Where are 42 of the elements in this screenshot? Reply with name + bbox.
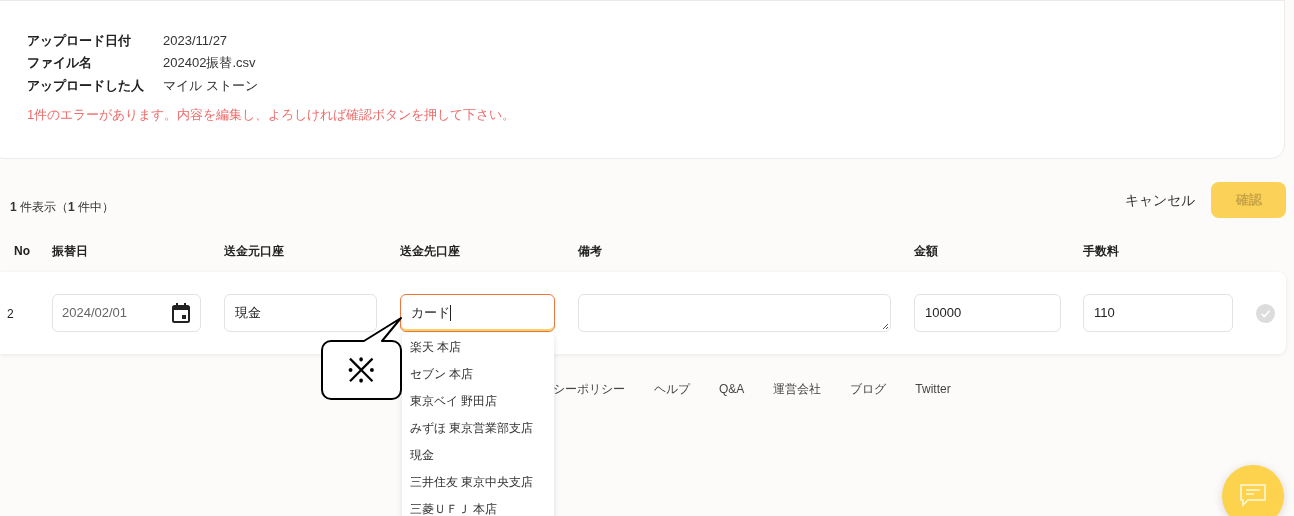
dropdown-option[interactable]: セブン 本店 bbox=[402, 360, 554, 387]
note-field[interactable] bbox=[578, 294, 891, 332]
column-header: 送金先口座 bbox=[400, 244, 460, 258]
column-header: 金額 bbox=[914, 244, 938, 258]
dropdown-option[interactable]: 東京ベイ 野田店 bbox=[402, 387, 554, 414]
footer-link[interactable]: シーポリシー bbox=[553, 380, 625, 398]
info-value: 2023/11/27 bbox=[163, 31, 228, 50]
footer-link[interactable]: Q&A bbox=[719, 380, 745, 398]
cancel-button[interactable]: キャンセル bbox=[1125, 189, 1195, 211]
check-icon[interactable] bbox=[1256, 303, 1275, 323]
column-header: 振替日 bbox=[52, 244, 88, 258]
chat-icon bbox=[1238, 483, 1268, 509]
info-value: 202402振替.csv bbox=[163, 54, 256, 72]
column-header: No bbox=[14, 244, 30, 258]
error-message: 1件のエラーがあります。内容を編集し、よろしければ確認ボタンを押して下さい。 bbox=[27, 106, 516, 122]
result-count: 1 件表示（1 件中） bbox=[10, 199, 115, 216]
footer-link[interactable]: ヘルプ bbox=[654, 380, 690, 398]
column-header: 手数料 bbox=[1083, 244, 1119, 258]
row-number: 2 bbox=[7, 307, 14, 321]
info-label: アップロード日付 bbox=[27, 31, 132, 50]
column-header: 送金元口座 bbox=[224, 244, 284, 258]
info-value: マイル ストーン bbox=[163, 76, 258, 95]
callout-bubble: ※ bbox=[320, 317, 404, 401]
chat-button[interactable] bbox=[1222, 465, 1284, 516]
input-field[interactable]: カード bbox=[400, 294, 555, 332]
calendar-icon[interactable] bbox=[171, 302, 191, 324]
date-field[interactable]: 2024/02/01 bbox=[52, 294, 201, 332]
resize-grip-icon[interactable] bbox=[882, 323, 889, 330]
dropdown-option[interactable]: みずほ 東京営業部支店 bbox=[402, 414, 554, 441]
dropdown-option[interactable]: 三井住友 東京中央支店 bbox=[402, 468, 554, 495]
dropdown-option[interactable]: 現金 bbox=[402, 441, 554, 468]
dropdown-option[interactable]: 三菱ＵＦＪ 本店 bbox=[402, 495, 554, 516]
info-label: アップロードした人 bbox=[27, 76, 145, 95]
info-label: ファイル名 bbox=[27, 54, 93, 72]
footer-link[interactable]: ブログ bbox=[850, 380, 887, 398]
footer-link[interactable]: Twitter bbox=[915, 380, 951, 398]
input-field[interactable]: 110 bbox=[1083, 294, 1233, 332]
footer-link[interactable]: 運営会社 bbox=[773, 380, 822, 398]
input-field[interactable]: 現金 bbox=[224, 294, 377, 332]
dropdown-option[interactable]: 楽天 本店 bbox=[402, 333, 554, 360]
input-field[interactable]: 10000 bbox=[914, 294, 1061, 332]
column-header: 備考 bbox=[578, 244, 602, 258]
